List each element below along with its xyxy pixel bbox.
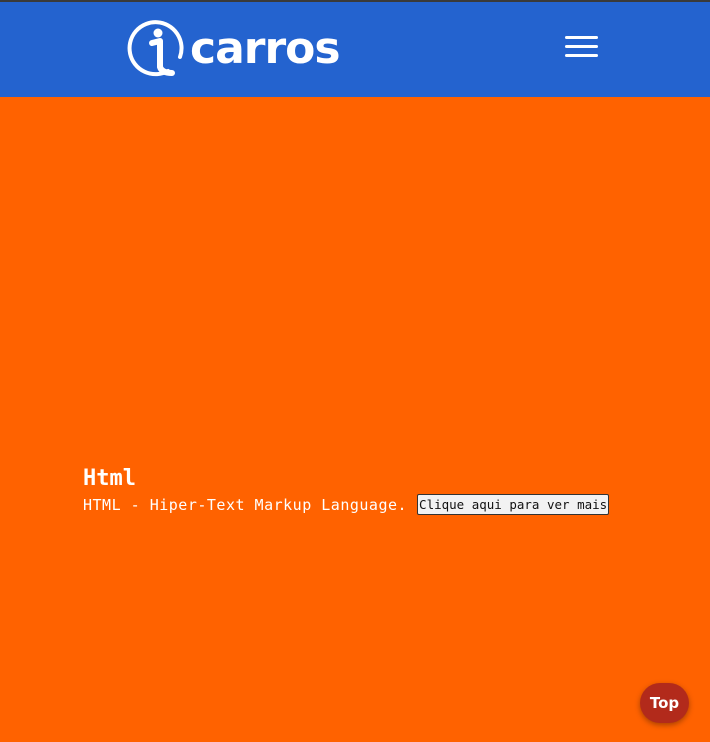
logo-wordmark: carros (190, 22, 341, 74)
page-description: HTML - Hiper-Text Markup Language. (83, 495, 408, 514)
icarros-i-logo-icon (127, 20, 184, 77)
see-more-button[interactable]: Clique aqui para ver mais (417, 494, 610, 515)
site-header: carros (0, 2, 710, 97)
back-to-top-button[interactable]: Top (640, 683, 689, 723)
site-logo[interactable]: carros (124, 14, 341, 84)
hamburger-menu-icon[interactable] (562, 36, 602, 62)
page-title: Html (83, 466, 136, 491)
main-content: Html HTML - Hiper-Text Markup Language. … (83, 466, 610, 515)
description-row: HTML - Hiper-Text Markup Language. Cliqu… (83, 494, 610, 515)
